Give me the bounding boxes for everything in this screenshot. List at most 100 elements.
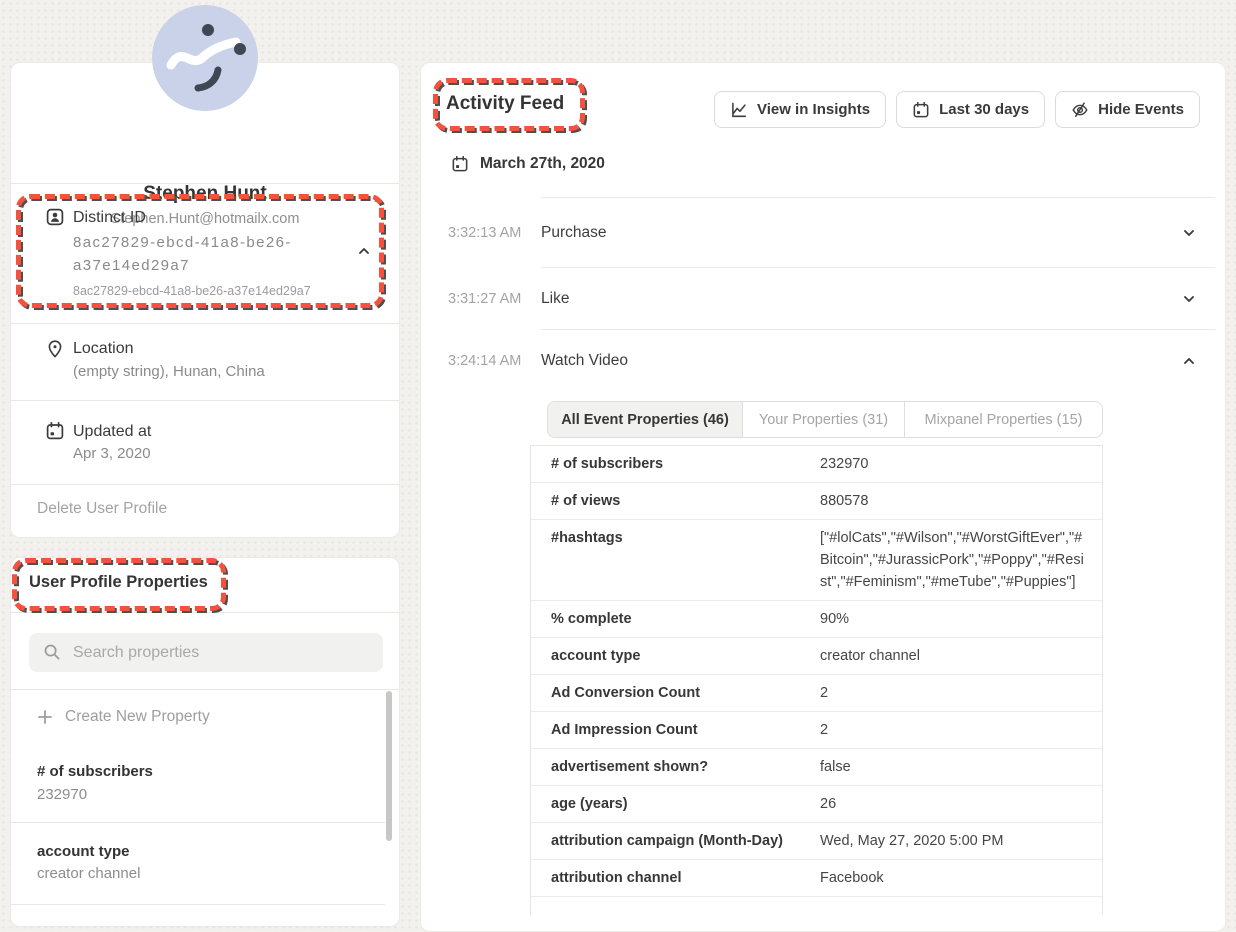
calendar-icon (912, 101, 930, 119)
chevron-down-icon[interactable] (1181, 225, 1197, 241)
table-row: # of views880578 (531, 483, 1102, 520)
property-item-value: 232970 (37, 786, 87, 803)
property-item-value: creator channel (37, 865, 140, 882)
property-value: Wed, May 27, 2020 5:00 PM (820, 830, 1102, 852)
property-value: ["#lolCats","#Wilson","#WorstGiftEver","… (820, 527, 1102, 593)
property-value: 232970 (820, 453, 1102, 475)
property-value: false (820, 756, 1102, 778)
contact-badge-icon (45, 207, 65, 227)
date-range-button[interactable]: Last 30 days (896, 91, 1045, 128)
calendar-icon (45, 421, 65, 441)
event-row[interactable]: 3:24:14 AM Watch Video (541, 329, 1215, 391)
property-key: advertisement shown? (531, 756, 820, 778)
property-key: # of subscribers (531, 453, 820, 475)
location-label: Location (73, 339, 134, 359)
user-profile-properties-card: User Profile Properties Create New Prope… (10, 557, 400, 927)
chevron-up-icon[interactable] (356, 243, 372, 259)
property-item-name[interactable]: # of subscribers (37, 763, 153, 780)
event-row[interactable]: 3:31:27 AM Like (541, 267, 1215, 329)
eye-slash-icon (1071, 101, 1089, 119)
tab-mixpanel-properties[interactable]: Mixpanel Properties (15) (905, 402, 1102, 437)
map-pin-icon (45, 339, 65, 359)
property-key: age (years) (531, 793, 820, 815)
event-name: Purchase (541, 224, 606, 242)
properties-title: User Profile Properties (29, 573, 208, 592)
tab-your-properties[interactable]: Your Properties (31) (743, 402, 905, 437)
activity-feed-card: Activity Feed View in Insights Last 30 d… (420, 62, 1226, 932)
user-email: Stephen.Hunt@hotmailx.com (11, 211, 399, 227)
table-row: # of subscribers232970 (531, 446, 1102, 483)
feed-toolbar: View in Insights Last 30 days Hide Event… (714, 91, 1200, 128)
hide-events-label: Hide Events (1098, 101, 1184, 118)
property-value: 2 (820, 719, 1102, 741)
create-new-property-button[interactable]: Create New Property (37, 708, 210, 726)
event-row[interactable]: 3:32:13 AM Purchase (541, 197, 1215, 267)
table-row: Ad Impression Count2 (531, 712, 1102, 749)
distinct-id-label: Distinct ID (73, 208, 146, 228)
distinct-id-subvalue: 8ac27829-ebcd-41a8-be26-a37e14ed29a7 (73, 284, 311, 298)
calendar-icon (451, 155, 469, 173)
create-new-property-label: Create New Property (65, 708, 210, 726)
table-row (531, 897, 1102, 915)
property-value: 90% (820, 608, 1102, 630)
user-avatar (152, 5, 258, 111)
updated-at-label: Updated at (73, 422, 151, 442)
user-profile-card: Stephen Hunt Stephen.Hunt@hotmailx.com D… (10, 62, 400, 538)
chevron-down-icon[interactable] (1181, 291, 1197, 307)
event-time: 3:31:27 AM (448, 291, 536, 307)
table-row: Ad Conversion Count2 (531, 675, 1102, 712)
event-properties-table: # of subscribers232970 # of views880578 … (530, 445, 1103, 915)
divider (11, 612, 399, 613)
search-icon (43, 643, 61, 661)
user-name: Stephen Hunt (11, 183, 399, 205)
property-key: % complete (531, 608, 820, 630)
divider (11, 904, 385, 905)
date-header-label: March 27th, 2020 (480, 155, 605, 173)
event-name: Like (541, 290, 569, 308)
property-value: Facebook (820, 867, 1102, 889)
property-value: 2 (820, 682, 1102, 704)
divider (11, 323, 399, 324)
property-item-name[interactable]: account type (37, 843, 130, 860)
divider (11, 484, 399, 485)
event-time: 3:24:14 AM (448, 353, 536, 369)
event-name: Watch Video (541, 352, 628, 370)
events-list: 3:32:13 AM Purchase 3:31:27 AM Like 3:24… (541, 197, 1215, 391)
property-key: Ad Conversion Count (531, 682, 820, 704)
hide-events-button[interactable]: Hide Events (1055, 91, 1200, 128)
updated-at-value: Apr 3, 2020 (73, 444, 151, 464)
divider (11, 822, 385, 823)
view-in-insights-button[interactable]: View in Insights (714, 91, 886, 128)
line-chart-icon (730, 101, 748, 119)
property-value: creator channel (820, 645, 1102, 667)
table-row: attribution channelFacebook (531, 860, 1102, 897)
search-properties-box (29, 633, 383, 672)
date-range-label: Last 30 days (939, 101, 1029, 118)
date-header: March 27th, 2020 (451, 155, 605, 173)
event-time: 3:32:13 AM (448, 225, 536, 241)
tab-all-event-properties[interactable]: All Event Properties (46) (548, 402, 743, 437)
table-row: % complete90% (531, 601, 1102, 638)
property-key: account type (531, 645, 820, 667)
property-key: # of views (531, 490, 820, 512)
property-value: 26 (820, 793, 1102, 815)
view-in-insights-label: View in Insights (757, 101, 870, 118)
table-row: age (years)26 (531, 786, 1102, 823)
property-value: 880578 (820, 490, 1102, 512)
delete-user-profile-button[interactable]: Delete User Profile (37, 500, 167, 518)
search-properties-input[interactable] (73, 633, 373, 672)
table-row: account typecreator channel (531, 638, 1102, 675)
distinct-id-value: 8ac27829-ebcd-41a8-be26-a37e14ed29a7 (73, 231, 323, 277)
property-key: Ad Impression Count (531, 719, 820, 741)
divider (11, 183, 399, 184)
plus-icon (37, 709, 53, 725)
chevron-up-icon[interactable] (1181, 353, 1197, 369)
divider (11, 689, 399, 690)
location-value: (empty string), Hunan, China (73, 362, 265, 382)
properties-scrollbar[interactable] (386, 691, 392, 841)
event-properties-tabs: All Event Properties (46) Your Propertie… (547, 401, 1103, 438)
event-detail-panel: All Event Properties (46) Your Propertie… (530, 401, 1103, 915)
mixpanel-user-profile-page: { "colors": { "annotation_red": "#f4523e… (0, 0, 1236, 908)
table-row: #hashtags["#lolCats","#Wilson","#WorstGi… (531, 520, 1102, 601)
property-key: attribution campaign (Month-Day) (531, 830, 820, 852)
